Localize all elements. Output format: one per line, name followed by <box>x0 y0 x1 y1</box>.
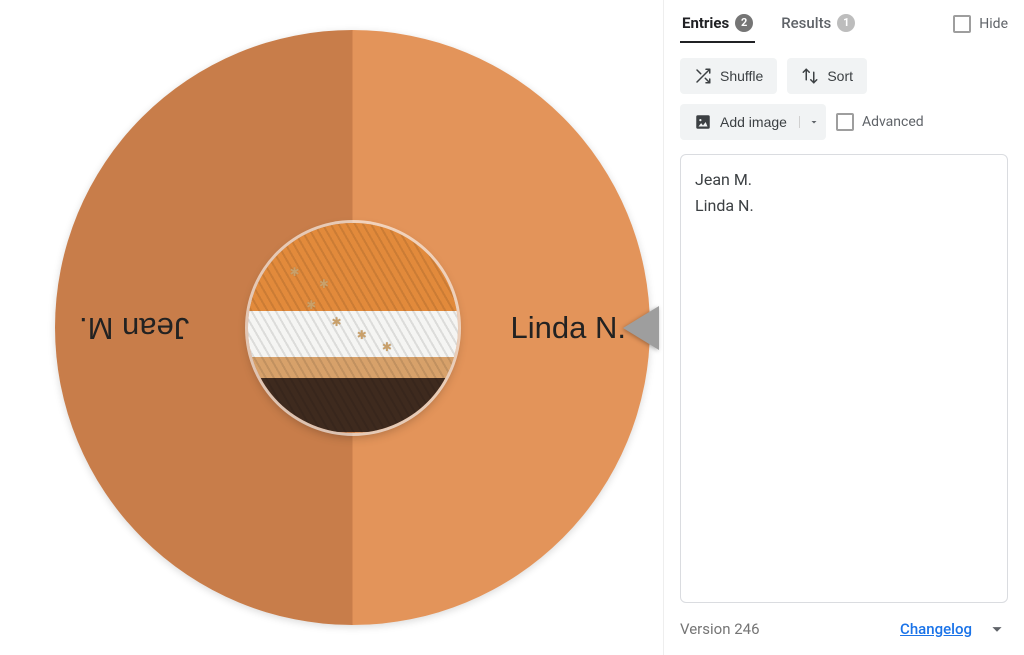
checkbox-icon <box>836 113 854 131</box>
tab-results[interactable]: Results 1 <box>779 4 857 43</box>
entries-toolbar: Shuffle Sort Add image Advanced <box>680 44 1008 146</box>
checkbox-icon <box>953 15 971 33</box>
changelog-link[interactable]: Changelog <box>900 620 972 638</box>
app-root: Jean M. Linda N. ✱ ✱ ✱ ✱ ✱ ✱ <box>0 0 1024 655</box>
chevron-down-icon <box>808 116 820 128</box>
add-image-dropdown[interactable] <box>799 116 820 128</box>
hub-star-icon: ✱ <box>357 328 367 342</box>
tab-entries[interactable]: Entries 2 <box>680 4 755 43</box>
hub-star-icon: ✱ <box>332 315 342 329</box>
collapse-panel-button[interactable] <box>986 618 1008 640</box>
panel-tabs: Entries 2 Results 1 Hide <box>680 0 1008 44</box>
panel-footer: Version 246 Changelog <box>680 603 1008 655</box>
wheel-pointer-icon <box>623 306 659 350</box>
tab-results-label: Results <box>781 14 831 32</box>
tab-entries-count: 2 <box>735 14 753 32</box>
sort-button-label: Sort <box>827 68 853 84</box>
hide-panel-toggle[interactable]: Hide <box>953 15 1008 33</box>
wheel-wrap: Jean M. Linda N. ✱ ✱ ✱ ✱ ✱ ✱ <box>55 30 650 625</box>
chevron-down-icon <box>986 618 1008 640</box>
sort-button[interactable]: Sort <box>787 58 867 94</box>
advanced-toggle-label: Advanced <box>862 114 924 130</box>
image-icon <box>694 113 712 131</box>
tab-entries-label: Entries <box>682 14 729 32</box>
hub-star-icon: ✱ <box>290 265 300 279</box>
wheel-segment-0-label: Jean M. <box>79 310 189 346</box>
entries-textarea[interactable]: Jean M. Linda N. <box>680 154 1008 603</box>
version-label: Version 246 <box>680 620 760 638</box>
shuffle-button-label: Shuffle <box>720 68 763 84</box>
advanced-toggle[interactable]: Advanced <box>836 104 924 140</box>
tab-results-count: 1 <box>837 14 855 32</box>
hub-star-icon: ✱ <box>306 298 316 312</box>
side-panel: Entries 2 Results 1 Hide Shuffle <box>663 0 1024 655</box>
add-image-button[interactable]: Add image <box>680 104 826 140</box>
hide-panel-label: Hide <box>979 16 1008 32</box>
wheel-hub-image[interactable]: ✱ ✱ ✱ ✱ ✱ ✱ <box>248 223 458 433</box>
wheel-area: Jean M. Linda N. ✱ ✱ ✱ ✱ ✱ ✱ <box>0 0 663 655</box>
hub-star-icon: ✱ <box>319 277 329 291</box>
add-image-button-label: Add image <box>720 114 787 130</box>
shuffle-button[interactable]: Shuffle <box>680 58 777 94</box>
wheel-segment-1-label: Linda N. <box>511 310 626 346</box>
sort-icon <box>801 67 819 85</box>
spinner-wheel[interactable]: Jean M. Linda N. ✱ ✱ ✱ ✱ ✱ ✱ <box>55 30 650 625</box>
hub-star-icon: ✱ <box>382 340 392 354</box>
shuffle-icon <box>694 67 712 85</box>
